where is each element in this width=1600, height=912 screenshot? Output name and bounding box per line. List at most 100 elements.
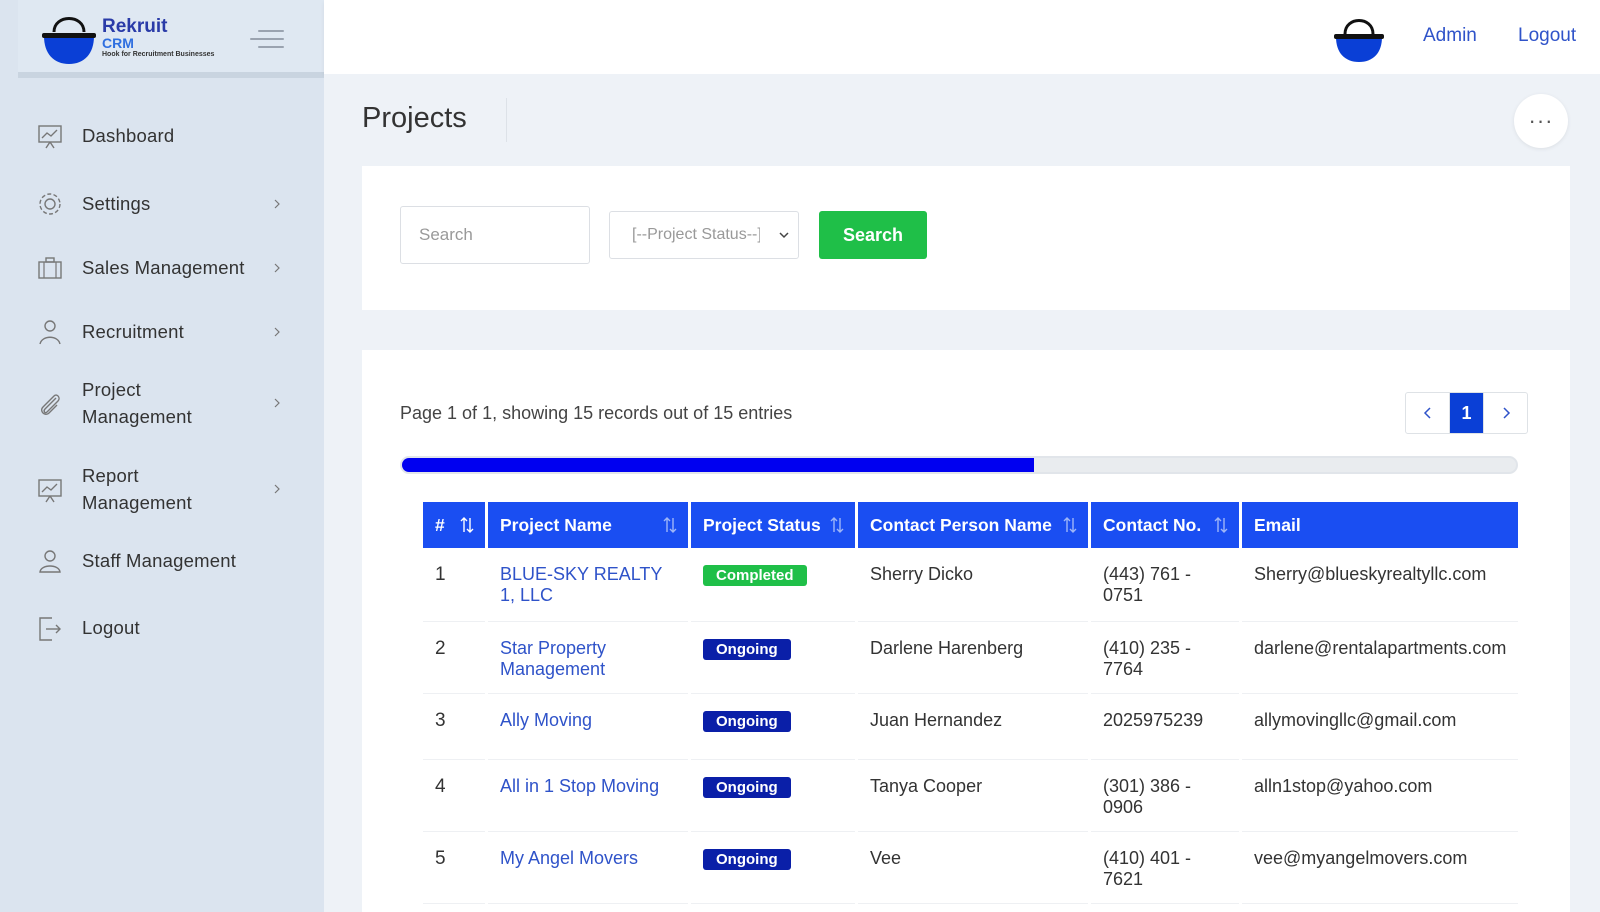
- logout-link[interactable]: Logout: [1518, 25, 1576, 47]
- projects-card: Page 1 of 1, showing 15 records out of 1…: [362, 350, 1570, 912]
- column-header-project-name[interactable]: Project Name: [488, 502, 688, 548]
- contact-no-cell: (443) 761 - 0751: [1091, 548, 1239, 622]
- project-status-cell: Ongoing: [691, 760, 855, 832]
- sort-icon: [460, 517, 474, 533]
- avatar[interactable]: [1332, 10, 1386, 64]
- users-icon: [39, 550, 61, 573]
- contact-person-cell: Darlene Harenberg: [858, 622, 1088, 694]
- project-name-link[interactable]: BLUE-SKY REALTY 1, LLC: [500, 564, 662, 605]
- status-badge: Ongoing: [703, 639, 791, 660]
- chevron-down-icon: [779, 232, 789, 239]
- project-name-link[interactable]: All in 1 Stop Moving: [500, 776, 659, 796]
- records-info: Page 1 of 1, showing 15 records out of 1…: [400, 403, 793, 423]
- chevron-right-icon: [274, 327, 280, 337]
- pagination: 1: [1405, 392, 1528, 434]
- email-cell: alln1stop@yahoo.com: [1242, 760, 1519, 832]
- row-number: 4: [423, 760, 485, 832]
- sidebar-item-dashboard[interactable]: Dashboard: [0, 122, 324, 150]
- filter-card: [--Project Status--] Search: [362, 166, 1570, 310]
- column-header-number[interactable]: #: [423, 502, 485, 548]
- project-name-cell: BLUE-SKY REALTY 1, LLC: [488, 548, 688, 622]
- project-status-cell: Ongoing: [691, 622, 855, 694]
- chevron-right-icon: [274, 263, 280, 273]
- sidebar-item-logout[interactable]: Logout: [0, 614, 324, 642]
- sidebar-item-label: Project: [82, 379, 141, 400]
- sidebar-item-label: Staff Management: [82, 550, 237, 571]
- contact-person-cell: Sherry Dicko: [858, 548, 1088, 622]
- sidebar-item-label: Sales Management: [82, 257, 245, 278]
- paperclip-icon: [40, 394, 60, 416]
- row-number: 3: [423, 694, 485, 760]
- pagination-page-button[interactable]: 1: [1450, 393, 1483, 433]
- column-header-email[interactable]: Email: [1242, 502, 1519, 548]
- brand-name: Rekruit: [102, 15, 168, 37]
- email-cell: allymovingllc@gmail.com: [1242, 694, 1519, 760]
- table-row: 4 All in 1 Stop Moving Ongoing Tanya Coo…: [423, 760, 1519, 832]
- brand-subname: CRM: [102, 34, 134, 51]
- top-header: [324, 0, 1600, 74]
- project-status-cell: Completed: [691, 548, 855, 622]
- sidebar-item-label: Management: [82, 406, 192, 427]
- table-row: 2 Star Property Management Ongoing Darle…: [423, 622, 1519, 694]
- sidebar-item-settings[interactable]: Settings: [0, 190, 324, 218]
- sort-icon: [1214, 517, 1228, 533]
- menu-toggle-icon[interactable]: [250, 30, 284, 48]
- pagination-prev-button[interactable]: [1406, 393, 1450, 433]
- project-name-link[interactable]: My Angel Movers: [500, 848, 638, 868]
- contact-person-cell: Juan Hernandez: [858, 694, 1088, 760]
- email-cell: vee@myangelmovers.com: [1242, 832, 1519, 904]
- sidebar-item-recruitment[interactable]: Recruitment: [0, 318, 324, 346]
- chevron-right-icon: [1502, 407, 1510, 419]
- search-button[interactable]: Search: [819, 211, 927, 259]
- table-row: 5 My Angel Movers Ongoing Vee (410) 401 …: [423, 832, 1519, 904]
- column-header-contact-person[interactable]: Contact Person Name: [858, 502, 1088, 548]
- email-cell: Sherry@blueskyrealtyllc.com: [1242, 548, 1519, 622]
- sidebar-item-project-management[interactable]: Project Management: [0, 376, 324, 430]
- sidebar-item-sales-management[interactable]: Sales Management: [0, 254, 324, 282]
- projects-table: # Project Name Project Status Contact Pe…: [420, 502, 1521, 904]
- sidebar-item-staff-management[interactable]: Staff Management: [0, 547, 324, 575]
- project-name-cell: Star Property Management: [488, 622, 688, 694]
- column-header-contact-no[interactable]: Contact No.: [1091, 502, 1239, 548]
- row-number: 2: [423, 622, 485, 694]
- logout-icon: [39, 617, 61, 641]
- contact-no-cell: (301) 386 - 0906: [1091, 760, 1239, 832]
- pagination-next-button[interactable]: [1483, 393, 1527, 433]
- ellipsis-icon: ···: [1528, 108, 1554, 133]
- table-row: 1 BLUE-SKY REALTY 1, LLC Completed Sherr…: [423, 548, 1519, 622]
- sidebar-item-report-management[interactable]: Report Management: [0, 462, 324, 516]
- search-input[interactable]: [400, 206, 590, 264]
- project-name-link[interactable]: Ally Moving: [500, 710, 592, 730]
- sidebar: Rekruit CRM Hook for Recruitment Busines…: [0, 0, 324, 912]
- status-badge: Ongoing: [703, 849, 791, 870]
- more-options-button[interactable]: ···: [1514, 94, 1568, 148]
- contact-person-cell: Tanya Cooper: [858, 760, 1088, 832]
- page-title: Projects: [362, 102, 467, 134]
- status-badge: Ongoing: [703, 711, 791, 732]
- table-row: 3 Ally Moving Ongoing Juan Hernandez 202…: [423, 694, 1519, 760]
- sidebar-item-label: Recruitment: [82, 321, 184, 342]
- title-divider: [506, 98, 507, 142]
- basket-logo-icon: [42, 17, 96, 64]
- sidebar-item-label: Dashboard: [82, 125, 175, 146]
- scroll-progress-fill: [402, 458, 1034, 472]
- column-header-project-status[interactable]: Project Status: [691, 502, 855, 548]
- admin-link[interactable]: Admin: [1423, 25, 1477, 47]
- contact-person-cell: Vee: [858, 832, 1088, 904]
- chart-board-icon: [38, 479, 62, 503]
- sort-icon: [1063, 517, 1077, 533]
- status-badge: Ongoing: [703, 777, 791, 798]
- project-name-link[interactable]: Star Property Management: [500, 638, 606, 679]
- project-status-select[interactable]: [--Project Status--]: [609, 211, 799, 259]
- sort-icon: [830, 517, 844, 533]
- sidebar-item-label: Report: [82, 465, 139, 486]
- contact-no-cell: 2025975239: [1091, 694, 1239, 760]
- user-icon: [39, 320, 61, 345]
- scroll-progress-bar[interactable]: [400, 456, 1518, 474]
- project-status-placeholder: [--Project Status--]: [632, 226, 760, 243]
- chevron-right-icon: [274, 484, 280, 494]
- project-name-cell: My Angel Movers: [488, 832, 688, 904]
- chevron-right-icon: [274, 398, 280, 408]
- status-badge: Completed: [703, 565, 807, 586]
- briefcase-icon: [38, 257, 62, 279]
